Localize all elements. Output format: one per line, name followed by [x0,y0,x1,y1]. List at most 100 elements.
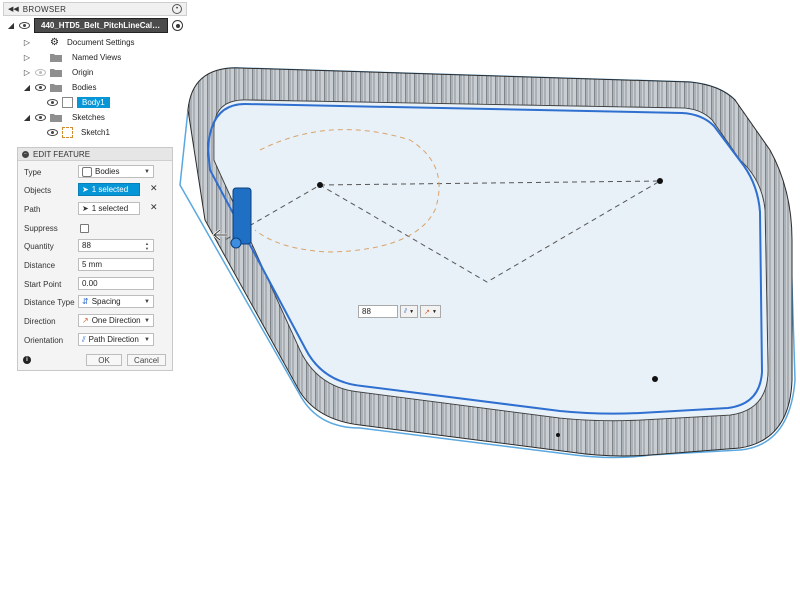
viewport-quantity-field[interactable]: 88 [358,305,398,318]
folder-icon [50,113,62,122]
expand-triangle-icon[interactable]: ▷ [23,68,31,78]
browser-item-body1[interactable]: Body1 [47,96,110,109]
sketch-point[interactable] [317,182,323,188]
one-direction-icon: ↗ [424,308,430,316]
activate-radio-icon[interactable] [172,20,183,31]
sketch-point[interactable] [657,178,663,184]
orientation-value: Path Direction [88,335,139,344]
objects-row: Objects [24,183,76,197]
document-name[interactable]: 440_HTD5_Belt_PitchLineCalc... [34,18,168,33]
collapse-triangle-icon[interactable]: ◢ [23,113,31,123]
browser-item-label: Sketch1 [81,128,110,137]
one-direction-icon: ↗ [82,316,89,325]
suppress-label: Suppress [24,223,58,233]
path-value: 1 selected [91,204,129,213]
viewport-quantity-value: 88 [362,307,371,316]
spinner-arrows-icon[interactable]: ▲ ▼ [145,241,151,251]
browser-item-origin[interactable]: ▷ Origin [23,66,97,79]
eye-icon[interactable] [35,114,46,121]
distance-label: Distance [24,260,56,270]
folder-icon [50,53,62,62]
dialog-title: EDIT FEATURE [33,149,91,159]
quantity-value: 88 [82,241,91,250]
browser-item-label: Body1 [77,97,110,108]
clear-path-icon[interactable]: ✕ [150,202,158,213]
browser-item-bodies[interactable]: ◢ Bodies [23,81,100,94]
edit-feature-dialog: − EDIT FEATURE Type Bodies ▼ Objects ➤ 1… [17,147,173,371]
objects-value: 1 selected [91,185,129,194]
distance-row: Distance [24,258,76,272]
browser-root-row[interactable]: ◢ 440_HTD5_Belt_PitchLineCalc... [7,18,183,33]
sketch-point[interactable] [652,376,658,382]
start-point-field[interactable]: 0.00 [78,277,154,290]
browser-item-label: Origin [72,68,94,77]
type-dropdown[interactable]: Bodies ▼ [78,165,154,178]
spacing-icon: ⇵ [82,297,89,306]
orientation-dropdown[interactable]: ⫽ Path Direction ▼ [78,333,154,346]
direction-dropdown[interactable]: ↗ One Direction ▼ [78,314,154,327]
direction-toggle[interactable]: ↗ ▼ [420,305,441,318]
expand-triangle-icon[interactable]: ▷ [23,53,31,63]
start-point-row: Start Point [24,277,76,291]
distance-field[interactable]: 5 mm [78,258,154,271]
type-label: Type [24,167,42,177]
pin-icon[interactable]: • [172,4,182,14]
folder-icon [50,83,62,92]
collapse-dialog-icon[interactable]: − [22,150,29,158]
expand-triangle-icon[interactable]: ◢ [7,21,15,31]
chevron-down-icon: ▼ [409,308,415,315]
type-value: Bodies [95,167,120,176]
eye-icon[interactable] [47,129,58,136]
collapse-triangle-icon[interactable]: ◢ [23,83,31,93]
ok-button[interactable]: OK [86,354,122,366]
dialog-header: − EDIT FEATURE [18,148,172,161]
path-direction-toggle[interactable]: ⫽ ▼ [400,305,419,318]
path-label: Path [24,204,41,214]
browser-item-sketches[interactable]: ◢ Sketches [23,111,109,124]
browser-header: ◀◀ BROWSER • [3,2,187,16]
eye-icon[interactable] [19,22,30,29]
browser-item-document-settings[interactable]: ▷ ⚙ Document Settings [23,36,139,49]
distance-value: 5 mm [82,260,102,269]
browser-item-sketch1[interactable]: Sketch1 [47,126,114,139]
objects-select-button[interactable]: ➤ 1 selected [78,183,140,196]
browser-item-named-views[interactable]: ▷ Named Views [23,51,125,64]
gear-icon: ⚙ [50,37,59,48]
chevron-down-icon: ▼ [144,168,150,175]
chevron-down-icon: ▼ [431,308,437,315]
browser-item-label: Named Views [72,53,122,62]
eye-icon[interactable] [35,84,46,91]
path-row: Path [24,202,76,216]
distance-type-row: Distance Type [24,295,76,309]
sketch-point[interactable] [556,433,560,437]
direction-row: Direction [24,314,76,328]
info-icon[interactable]: i [23,356,31,364]
path-start-point-icon[interactable] [230,237,242,249]
bodies-icon [82,166,92,177]
chevron-down-icon: ▼ [144,317,150,324]
cancel-button[interactable]: Cancel [127,354,166,366]
distance-type-dropdown[interactable]: ⇵ Spacing ▼ [78,295,154,308]
browser-item-label: Bodies [72,83,97,92]
orientation-row: Orientation [24,333,76,347]
quantity-row: Quantity [24,239,76,253]
start-point-value: 0.00 [82,279,98,288]
quantity-label: Quantity [24,241,54,251]
distance-type-value: Spacing [91,297,121,306]
path-select-button[interactable]: ➤ 1 selected [78,202,140,215]
collapse-panel-icon[interactable]: ◀◀ [8,5,19,13]
eye-hidden-icon[interactable] [35,69,46,76]
browser-item-label: Sketches [72,113,105,122]
orientation-label: Orientation [24,335,64,345]
expand-triangle-icon[interactable]: ▷ [23,38,31,48]
selected-body1[interactable] [232,187,252,245]
path-direction-icon: ⫽ [404,307,408,315]
cursor-arrow-icon: ➤ [82,204,89,213]
suppress-checkbox[interactable] [80,224,89,233]
eye-icon[interactable] [47,99,58,106]
quantity-stepper[interactable]: 88 ▲ ▼ [78,239,154,252]
browser-title: BROWSER [22,4,67,14]
clear-objects-icon[interactable]: ✕ [150,183,158,194]
chevron-down-icon: ▼ [144,336,150,343]
start-point-label: Start Point [24,279,62,289]
